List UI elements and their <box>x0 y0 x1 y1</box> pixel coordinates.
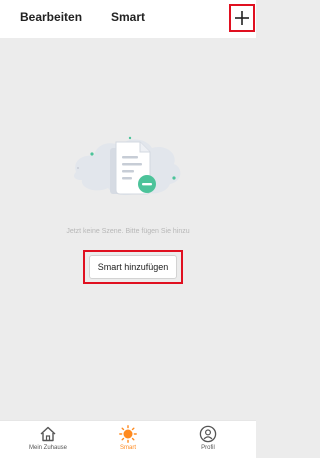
empty-state-message: Jetzt keine Szene. Bitte fügen Sie hinzu <box>66 228 190 235</box>
plus-icon <box>235 11 249 25</box>
profile-icon <box>199 425 217 443</box>
nav-item-home[interactable]: Mein Zuhause <box>8 425 88 457</box>
sun-icon <box>119 425 137 443</box>
home-icon <box>40 426 56 442</box>
nav-label-profile: Profil <box>201 445 215 451</box>
top-bar: Bearbeiten Smart <box>0 0 256 38</box>
nav-item-profile[interactable]: Profil <box>168 425 248 457</box>
nav-label-home: Mein Zuhause <box>28 445 68 451</box>
empty-scene-illustration <box>74 136 181 196</box>
page-title: Smart <box>110 10 145 24</box>
add-smart-button[interactable]: Smart hinzufügen <box>89 255 177 279</box>
main-content: Jetzt keine Szene. Bitte fügen Sie hinzu… <box>0 38 256 420</box>
nav-label-smart: Smart <box>119 445 136 451</box>
smart-screen: Bearbeiten Smart Jetzt keine Szene. Bitt… <box>0 0 256 458</box>
add-button[interactable] <box>229 4 255 32</box>
nav-item-smart[interactable]: Smart <box>88 425 168 457</box>
bottom-navigation: Mein Zuhause Smart Profil <box>0 420 256 458</box>
